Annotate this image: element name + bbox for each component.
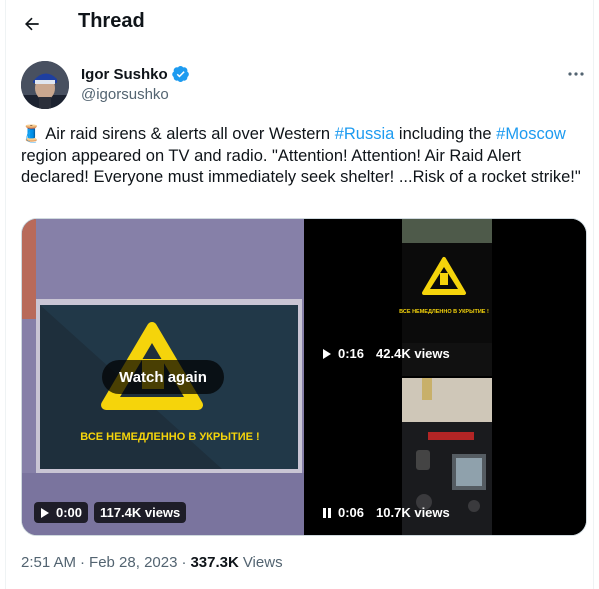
video-1-views-badge: 117.4K views: [94, 502, 187, 523]
media-grid: ВСЕ НЕМЕДЛЕННО В УКРЫТИЕ ! Watch again 0…: [21, 218, 587, 536]
video-2-views: 42.4K views: [376, 346, 450, 361]
video-player-1[interactable]: ВСЕ НЕМЕДЛЕННО В УКРЫТИЕ ! Watch again 0…: [22, 219, 304, 535]
author-name-text: Igor Sushko: [81, 65, 168, 83]
hashtag-moscow-link[interactable]: #Moscow: [496, 125, 566, 143]
video-player-3[interactable]: 0:06 10.7K views: [306, 378, 586, 535]
video-2-sign-text: ВСЕ НЕМЕДЛЕННО В УКРЫТИЕ !: [399, 309, 489, 315]
tweet-text-part: Air raid sirens & alerts all over Wester…: [41, 125, 335, 143]
video-1-time-badge[interactable]: 0:00: [34, 502, 89, 523]
thread-header: Thread: [0, 0, 599, 46]
views-label: Views: [242, 554, 283, 571]
author-name[interactable]: Igor Sushko: [81, 65, 190, 83]
more-options-button[interactable]: [564, 62, 588, 86]
tweet-time[interactable]: 2:51 AM: [21, 554, 76, 571]
video-2-time: 0:16: [338, 346, 365, 361]
video-2-controls: 0:16 42.4K views: [322, 346, 450, 361]
page-title: Thread: [78, 10, 145, 32]
arrow-left-icon: [25, 17, 39, 31]
avatar-image: [21, 61, 69, 109]
tweet-date[interactable]: Feb 28, 2023: [89, 554, 177, 571]
video-1-views: 117.4K views: [100, 505, 181, 520]
separator-dot: ·: [80, 554, 86, 571]
thread-emoji-icon: 🧵: [21, 125, 42, 143]
video-player-2[interactable]: ВСЕ НЕМЕДЛЕННО В УКРЫТИЕ ! 0:16 42.4K vi…: [306, 219, 586, 376]
verified-badge-icon: [171, 65, 189, 83]
avatar[interactable]: [21, 61, 69, 109]
tweet-meta: 2:51 AM · Feb 28, 2023 · 337.3K Views: [21, 554, 283, 571]
video-3-controls: 0:06 10.7K views: [322, 505, 450, 520]
back-button[interactable]: [16, 8, 48, 40]
play-icon: [41, 507, 49, 518]
tweet-text-part: including the: [394, 125, 497, 143]
video-3-time: 0:06: [338, 505, 365, 520]
tweet-text-part: region appeared on TV and radio. "Attent…: [21, 146, 581, 187]
video-1-sign-text: ВСЕ НЕМЕДЛЕННО В УКРЫТИЕ !: [80, 431, 259, 443]
more-horizontal-icon: [568, 72, 584, 76]
video-1-controls: 0:00 117.4K views: [34, 502, 187, 523]
author-handle[interactable]: @igorsushko: [81, 86, 169, 103]
hashtag-russia-link[interactable]: #Russia: [335, 125, 395, 143]
play-icon[interactable]: [322, 348, 332, 360]
video-1-time: 0:00: [56, 505, 83, 520]
pause-icon[interactable]: [322, 507, 332, 519]
watch-again-button[interactable]: Watch again: [102, 360, 224, 394]
tweet-text: 🧵 Air raid sirens & alerts all over West…: [21, 124, 581, 189]
views-count: 337.3K: [190, 554, 239, 571]
video-3-views: 10.7K views: [376, 505, 450, 520]
separator-dot: ·: [181, 554, 187, 571]
